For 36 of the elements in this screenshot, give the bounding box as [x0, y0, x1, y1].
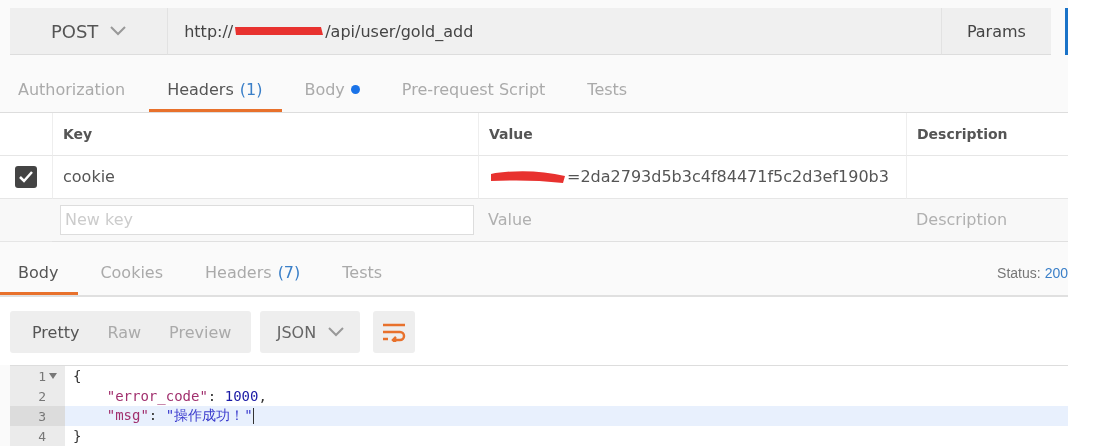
format-dropdown[interactable]: JSON [260, 311, 361, 353]
fold-arrow-icon[interactable] [49, 373, 57, 379]
request-tab[interactable]: Authorization [0, 79, 146, 112]
value-input-field[interactable]: Value [486, 209, 902, 231]
checkbox[interactable] [15, 165, 37, 188]
code-line: } [72, 428, 82, 444]
column-header: Key [52, 112, 478, 156]
method-dropdown[interactable]: POST [10, 8, 169, 56]
chevron-down-icon [328, 327, 345, 337]
response-tab[interactable]: Cookies [82, 263, 184, 295]
response-tab[interactable]: Headers (7) [187, 263, 321, 295]
line-number: 4 [38, 428, 46, 444]
column-header: Value [478, 112, 906, 156]
table-cell: cookie [52, 155, 478, 199]
wrap-icon [382, 322, 407, 342]
table-cell: =2da2793d5b3c4f84471f5c2d3ef190b3 [567, 167, 889, 187]
status-code: 200 [1044, 264, 1068, 281]
line-number: 1 [38, 368, 46, 384]
request-tab[interactable]: Pre-request Script [383, 79, 566, 112]
url-field[interactable]: http:// /api/user/gold_add [168, 8, 941, 56]
chevron-down-icon [110, 26, 127, 37]
view-mode-button[interactable]: Pretty [18, 322, 94, 342]
code-line: "msg": "操作成功！" [105, 407, 254, 425]
code-line: "error_code": 1000, [105, 388, 267, 404]
line-number: 3 [38, 408, 46, 424]
request-tab[interactable]: Body [286, 79, 380, 112]
check-icon [19, 170, 33, 183]
params-button[interactable]: Params [940, 8, 1052, 56]
response-tab[interactable]: Tests [324, 263, 403, 295]
description-input-field[interactable]: Description [914, 209, 1064, 231]
code-line: { [72, 368, 82, 384]
line-number: 2 [38, 388, 46, 404]
request-tab[interactable]: Tests [569, 79, 648, 112]
column-header: Description [906, 112, 1068, 156]
status-label: Status: [997, 264, 1041, 281]
wrap-lines-button[interactable] [373, 311, 416, 353]
